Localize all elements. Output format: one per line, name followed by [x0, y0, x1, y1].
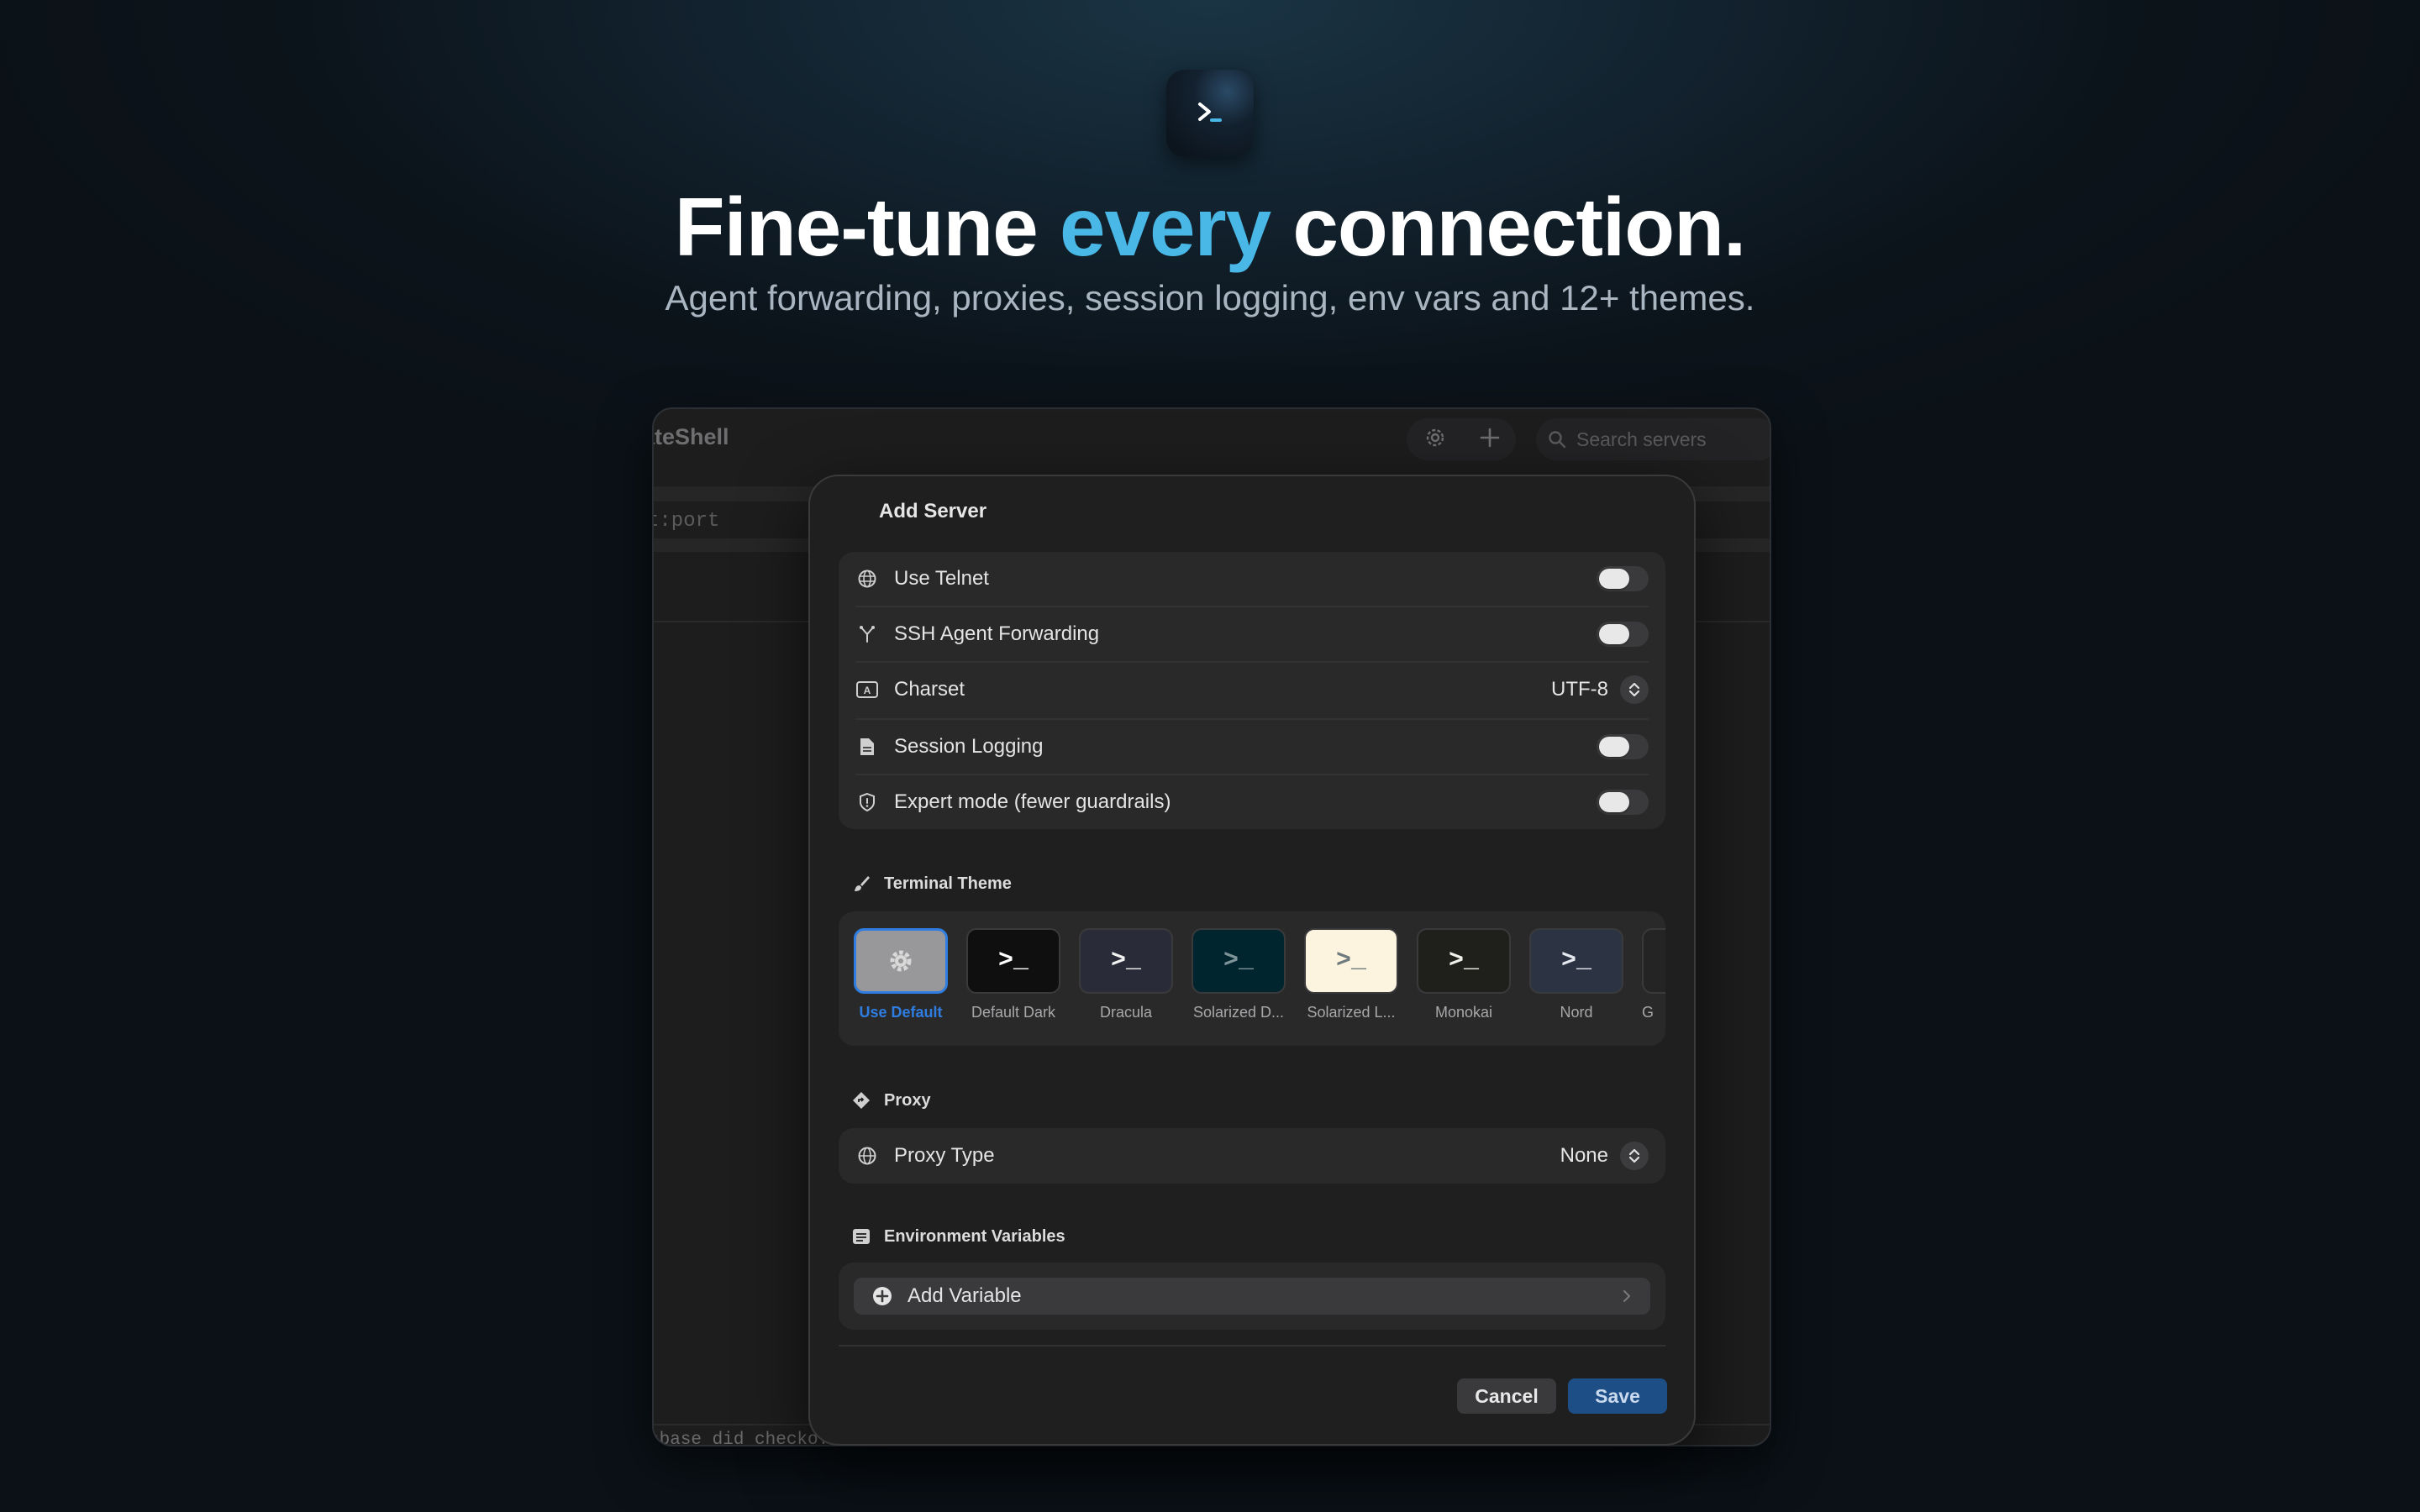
shield-icon — [855, 790, 879, 814]
theme-picker: Use Default >_ Default Dark >_ Dracula >… — [839, 911, 1665, 1046]
app-logo — [1166, 70, 1254, 157]
proxy-type-row: Proxy Type None — [839, 1129, 1665, 1183]
option-label: Session Logging — [894, 735, 1044, 758]
theme-preview: >_ — [1192, 928, 1286, 994]
theme-preview: >_ — [1304, 928, 1398, 994]
page-subheadline: Agent forwarding, proxies, session loggi… — [665, 278, 1755, 318]
use-telnet-toggle[interactable] — [1597, 566, 1649, 591]
terminal-prompt-icon — [1198, 102, 1222, 122]
globe-icon — [855, 1144, 879, 1168]
gear-icon[interactable] — [1423, 425, 1448, 454]
theme-tile[interactable]: >_ Dracula — [1079, 928, 1173, 1021]
theme-preview: >_ — [1529, 928, 1623, 994]
agent-forwarding-toggle[interactable] — [1597, 622, 1649, 647]
theme-tile[interactable]: Use Default — [854, 928, 948, 1021]
page-headline: Fine-tune every connection. — [674, 181, 1746, 273]
cancel-button[interactable]: Cancel — [1457, 1378, 1556, 1414]
add-server-dialog: Add Server Use Telnet SSH Agent Forwardi… — [808, 475, 1696, 1446]
document-icon — [855, 735, 879, 759]
terminal-theme-heading: Terminal Theme — [850, 873, 1012, 895]
theme-tile[interactable]: >_ Monokai — [1417, 928, 1511, 1021]
options-card: Use Telnet SSH Agent Forwarding A Charse… — [839, 552, 1665, 829]
option-session-logging: Session Logging — [839, 720, 1665, 774]
session-logging-toggle[interactable] — [1597, 734, 1649, 759]
option-ssh-agent-forwarding: SSH Agent Forwarding — [839, 607, 1665, 661]
theme-name: Use Default — [859, 1004, 943, 1021]
updown-chevron-icon — [1628, 1148, 1640, 1163]
theme-tile[interactable]: G — [1642, 928, 1665, 1021]
option-label: Charset — [894, 678, 965, 701]
proxy-type-value[interactable]: None — [1560, 1144, 1608, 1168]
list-icon — [850, 1226, 872, 1247]
gear-icon — [890, 950, 912, 972]
add-variable-label: Add Variable — [908, 1284, 1022, 1307]
app-title: ateShell — [654, 424, 729, 449]
svg-text:A: A — [864, 685, 871, 696]
theme-name: Default Dark — [971, 1004, 1056, 1021]
charset-icon: A — [855, 678, 879, 701]
proxy-card: Proxy Type None — [839, 1128, 1665, 1184]
option-charset: A Charset UTF-8 — [839, 663, 1665, 717]
theme-name: Monokai — [1434, 1004, 1493, 1021]
theme-tile[interactable]: >_ Nord — [1529, 928, 1623, 1021]
env-vars-heading: Environment Variables — [850, 1226, 1065, 1247]
chevron-right-icon — [1622, 1289, 1632, 1304]
updown-chevron-icon — [1628, 682, 1640, 697]
theme-name: Solarized L... — [1307, 1004, 1396, 1021]
proxy-type-stepper[interactable] — [1620, 1142, 1649, 1170]
charset-stepper[interactable] — [1620, 675, 1649, 704]
option-label: SSH Agent Forwarding — [894, 622, 1100, 645]
add-icon[interactable] — [1479, 427, 1501, 453]
theme-preview: >_ — [1079, 928, 1173, 994]
search-icon — [1548, 430, 1566, 449]
search-placeholder: Search servers — [1576, 428, 1707, 450]
theme-name: G — [1642, 1004, 1655, 1021]
theme-preview — [1642, 928, 1665, 994]
theme-preview: >_ — [1417, 928, 1511, 994]
globe-grid-icon — [855, 567, 879, 591]
theme-preview: >_ — [966, 928, 1060, 994]
option-expert-mode: Expert mode (fewer guardrails) — [839, 775, 1665, 829]
theme-tile[interactable]: >_ Solarized L... — [1304, 928, 1398, 1021]
footer-divider — [839, 1345, 1665, 1347]
theme-name: Dracula — [1099, 1004, 1153, 1021]
search-input[interactable]: Search servers — [1536, 418, 1770, 460]
charset-value[interactable]: UTF-8 — [1551, 678, 1608, 701]
option-use-telnet: Use Telnet — [839, 552, 1665, 606]
theme-tile[interactable]: >_ Default Dark — [966, 928, 1060, 1021]
add-variable-button[interactable]: Add Variable — [854, 1278, 1650, 1315]
env-vars-card: Add Variable — [839, 1263, 1665, 1330]
plus-circle-icon — [872, 1286, 892, 1306]
option-label: Use Telnet — [894, 567, 989, 590]
theme-tile[interactable]: >_ Solarized D... — [1192, 928, 1286, 1021]
proxy-type-label: Proxy Type — [894, 1144, 995, 1167]
diamond-arrow-icon — [850, 1089, 872, 1111]
host-field-hint: t:port — [652, 510, 720, 533]
theme-name: Nord — [1560, 1004, 1593, 1021]
theme-preview — [854, 928, 948, 994]
toolbar-button-group — [1407, 418, 1516, 460]
proxy-heading: Proxy — [850, 1089, 931, 1111]
theme-name: Solarized D... — [1192, 1004, 1285, 1021]
save-button[interactable]: Save — [1568, 1378, 1667, 1414]
expert-mode-toggle[interactable] — [1597, 790, 1649, 815]
fork-icon — [855, 622, 879, 646]
dialog-title: Add Server — [879, 500, 987, 522]
option-label: Expert mode (fewer guardrails) — [894, 790, 1171, 813]
paintbrush-icon — [850, 873, 872, 895]
window-toolbar: ateShell Search servers — [654, 409, 1770, 461]
